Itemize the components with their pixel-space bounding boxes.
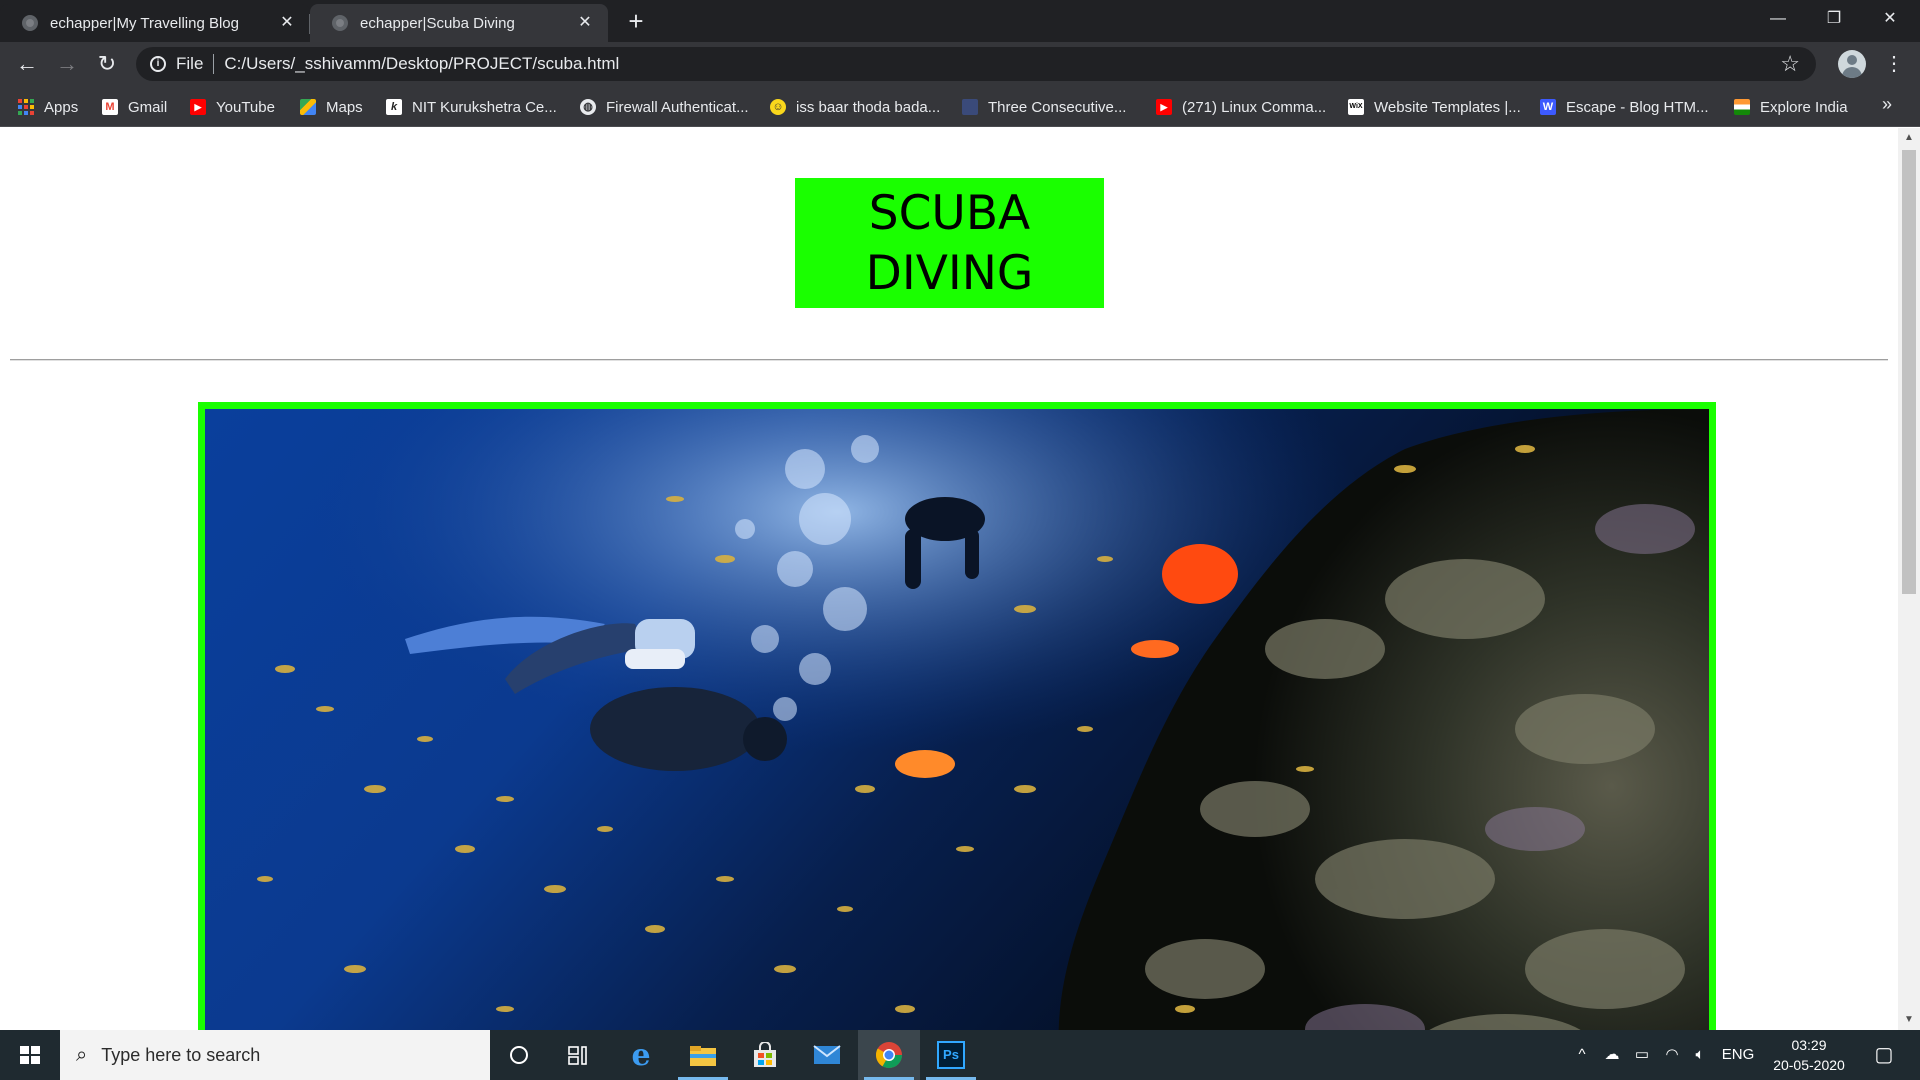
kebab-menu-icon[interactable]: ⋮ bbox=[1880, 50, 1908, 78]
bookmark-label: Firewall Authenticat... bbox=[606, 98, 749, 116]
profile-avatar[interactable] bbox=[1838, 50, 1866, 78]
page-title-box: SCUBA DIVING bbox=[795, 178, 1104, 308]
bookmark-label: Gmail bbox=[128, 98, 168, 116]
bookmark-star-icon[interactable]: ☆ bbox=[1780, 51, 1800, 77]
bookmark-apps[interactable]: Apps bbox=[18, 96, 78, 118]
scroll-up-arrow-icon[interactable]: ▲ bbox=[1898, 128, 1920, 148]
bookmark-linux-commands[interactable]: ▶ (271) Linux Comma... bbox=[1156, 96, 1326, 118]
bookmark-label: Website Templates |... bbox=[1374, 98, 1521, 116]
url-text[interactable]: C:/Users/_sshivamm/Desktop/PROJECT/scuba… bbox=[224, 54, 619, 74]
forward-arrow-icon[interactable]: → bbox=[53, 50, 81, 78]
bookmark-maps[interactable]: Maps bbox=[300, 96, 363, 118]
globe-favicon-icon bbox=[22, 15, 38, 31]
photoshop-icon[interactable]: Ps bbox=[920, 1030, 982, 1080]
tab-close-icon[interactable]: ✕ bbox=[278, 14, 296, 32]
onedrive-cloud-icon[interactable]: ☁ bbox=[1598, 1030, 1626, 1080]
mail-icon[interactable] bbox=[796, 1030, 858, 1080]
battery-icon[interactable]: ▭ bbox=[1628, 1030, 1656, 1080]
nit-kurukshetra-icon: k bbox=[386, 99, 402, 115]
windows-taskbar: ⌕ Type here to search e Ps ^ ☁ ▭ ◠ 🔈︎ EN… bbox=[0, 1030, 1920, 1080]
scuba-photo-frame bbox=[198, 402, 1716, 1030]
bookmark-three-consecutive[interactable]: Three Consecutive... bbox=[962, 96, 1126, 118]
bookmark-label: Explore India bbox=[1760, 98, 1848, 116]
tab-title: echapper|Scuba Diving bbox=[360, 14, 515, 32]
tab-close-icon[interactable]: ✕ bbox=[576, 14, 594, 32]
scrollbar-thumb[interactable] bbox=[1902, 150, 1916, 594]
bookmark-label: Apps bbox=[44, 98, 79, 116]
browser-tab-strip: echapper|My Travelling Blog ✕ echapper|S… bbox=[0, 0, 1920, 42]
youtube-icon: ▶ bbox=[1156, 99, 1172, 115]
smiley-icon: ☺ bbox=[770, 99, 786, 115]
gmail-icon: M bbox=[102, 99, 118, 115]
back-arrow-icon[interactable]: ← bbox=[13, 50, 41, 78]
action-center-icon[interactable]: ▢ bbox=[1864, 1030, 1904, 1080]
w-icon: W bbox=[1540, 99, 1556, 115]
wix-icon: WiX bbox=[1348, 99, 1364, 115]
taskbar-search-box[interactable]: ⌕ Type here to search bbox=[60, 1030, 490, 1080]
bookmark-label: NIT Kurukshetra Ce... bbox=[412, 98, 557, 116]
clock-time: 03:29 bbox=[1791, 1037, 1827, 1053]
bookmark-label: iss baar thoda bada... bbox=[796, 98, 941, 116]
bookmark-label: (271) Linux Comma... bbox=[1182, 98, 1327, 116]
language-indicator[interactable]: ENG bbox=[1718, 1030, 1758, 1080]
bookmark-escape-blog[interactable]: W Escape - Blog HTM... bbox=[1540, 96, 1709, 118]
reload-icon[interactable]: ↻ bbox=[93, 50, 121, 78]
bookmark-label: Escape - Blog HTM... bbox=[1566, 98, 1709, 116]
page-title-line: DIVING bbox=[865, 246, 1034, 301]
page-title-line: SCUBA bbox=[868, 186, 1031, 241]
vertical-scrollbar[interactable]: ▲ ▼ bbox=[1898, 128, 1920, 1030]
chrome-icon[interactable] bbox=[858, 1030, 920, 1080]
globe-favicon-icon bbox=[332, 15, 348, 31]
system-clock[interactable]: 03:29 20-05-2020 bbox=[1764, 1035, 1854, 1075]
browser-toolbar: ← → ↻ i File C:/Users/_sshivamm/Desktop/… bbox=[0, 42, 1920, 86]
globe-icon: ◍ bbox=[580, 99, 596, 115]
new-tab-plus-icon[interactable]: + bbox=[622, 8, 650, 36]
search-icon: ⌕ bbox=[76, 1043, 88, 1066]
bookmark-label: Three Consecutive... bbox=[988, 98, 1127, 116]
maps-icon bbox=[300, 99, 316, 115]
bookmark-label: YouTube bbox=[216, 98, 275, 116]
microsoft-store-icon[interactable] bbox=[734, 1030, 796, 1080]
close-window-icon[interactable]: ✕ bbox=[1862, 0, 1918, 38]
show-hidden-icons-chevron-icon[interactable]: ^ bbox=[1570, 1030, 1594, 1080]
tab-my-travelling-blog[interactable]: echapper|My Travelling Blog ✕ bbox=[0, 4, 310, 42]
minimize-icon[interactable]: — bbox=[1750, 0, 1806, 38]
windows-start-icon[interactable] bbox=[0, 1030, 60, 1080]
bookmark-website-templates[interactable]: WiX Website Templates |... bbox=[1348, 96, 1521, 118]
scuba-diving-photo bbox=[205, 409, 1709, 1030]
horizontal-divider bbox=[10, 359, 1888, 361]
url-scheme: File bbox=[176, 54, 204, 73]
youtube-icon: ▶ bbox=[190, 99, 206, 115]
scheme-divider bbox=[213, 54, 215, 74]
wifi-icon[interactable]: ◠ bbox=[1658, 1030, 1686, 1080]
scroll-down-arrow-icon[interactable]: ▼ bbox=[1898, 1010, 1920, 1030]
bookmark-gmail[interactable]: M Gmail bbox=[102, 96, 167, 118]
clock-date: 20-05-2020 bbox=[1773, 1057, 1845, 1073]
site-info-icon[interactable]: i bbox=[150, 56, 166, 72]
tab-scuba-diving[interactable]: echapper|Scuba Diving ✕ bbox=[310, 4, 608, 42]
file-explorer-icon[interactable] bbox=[672, 1030, 734, 1080]
bookmark-firewall[interactable]: ◍ Firewall Authenticat... bbox=[580, 96, 749, 118]
restore-icon[interactable]: ❐ bbox=[1806, 0, 1862, 38]
cortana-icon[interactable] bbox=[488, 1030, 550, 1080]
apps-grid-icon bbox=[18, 99, 34, 115]
bookmark-label: Maps bbox=[326, 98, 363, 116]
edge-browser-icon[interactable]: e bbox=[610, 1030, 672, 1080]
page-viewport: SCUBA DIVING bbox=[0, 128, 1898, 1030]
bookmark-explore-india[interactable]: Explore India bbox=[1734, 96, 1848, 118]
search-placeholder: Type here to search bbox=[101, 1044, 261, 1065]
tab-title: echapper|My Travelling Blog bbox=[50, 14, 239, 32]
bookmarks-bar: Apps M Gmail ▶ YouTube Maps k NIT Kuruks… bbox=[0, 86, 1920, 127]
bookmark-youtube[interactable]: ▶ YouTube bbox=[190, 96, 275, 118]
task-view-icon[interactable] bbox=[548, 1030, 610, 1080]
india-flag-icon bbox=[1734, 99, 1750, 115]
bookmark-iss-baar[interactable]: ☺ iss baar thoda bada... bbox=[770, 96, 940, 118]
bookmark-nit-kurukshetra[interactable]: k NIT Kurukshetra Ce... bbox=[386, 96, 557, 118]
address-bar[interactable]: i File C:/Users/_sshivamm/Desktop/PROJEC… bbox=[136, 47, 1816, 81]
volume-icon[interactable]: 🔈︎ bbox=[1686, 1030, 1714, 1080]
site-icon bbox=[962, 99, 978, 115]
more-bookmarks-chevron-icon[interactable]: » bbox=[1882, 94, 1892, 115]
